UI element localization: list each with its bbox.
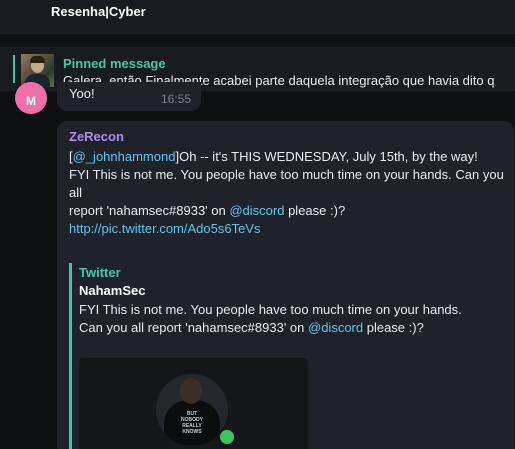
message-bubble[interactable]: Yoo! 16:55: [57, 82, 201, 111]
message-text: Oh -- it's THIS WEDNESDAY, July 15th, by…: [179, 149, 478, 164]
message-time: 16:55: [160, 92, 191, 106]
message-body: [@_johnhammond]Oh -- it's THIS WEDNESDAY…: [69, 149, 504, 236]
preview-description: FYI This is not me. You people have too …: [79, 302, 462, 335]
avatar-initial: M: [26, 94, 36, 108]
preview-site-name: Twitter: [79, 265, 121, 280]
preview-author: NahamSec: [79, 283, 146, 298]
link-preview[interactable]: Twitter NahamSec FYI This is not me. You…: [69, 263, 489, 449]
message-bubble[interactable]: ZeRecon [@_johnhammond]Oh -- it's THIS W…: [57, 121, 514, 449]
online-status-icon: [218, 428, 236, 446]
avatar[interactable]: M: [15, 82, 47, 114]
pinned-accent-line: [13, 55, 15, 83]
preview-accent-line: [69, 263, 72, 449]
message-text: report 'nahamsec#8933' on: [69, 203, 230, 218]
message-text: please :)?: [284, 203, 346, 218]
pinned-title: Pinned message: [63, 56, 166, 71]
mention-link[interactable]: @_johnhammond: [73, 149, 176, 164]
chat-window: Resenha|Cyber Pinned message Galera, ent…: [0, 0, 515, 449]
message-text: Yoo!: [69, 86, 95, 101]
mention-link[interactable]: @discord: [229, 203, 284, 218]
mention-link[interactable]: @discord: [308, 320, 363, 335]
shirt-text: BUT NOBODY REALLY KNOWS: [181, 411, 203, 435]
chat-title[interactable]: Resenha|Cyber: [51, 4, 146, 19]
message-author[interactable]: ZeRecon: [69, 129, 124, 144]
chat-header: Resenha|Cyber: [0, 0, 515, 34]
message-text: FYI This is not me. You people have too …: [69, 167, 504, 200]
url-link[interactable]: http://pic.twitter.com/Ado5s6TeVs: [69, 221, 260, 236]
preview-image[interactable]: BUT NOBODY REALLY KNOWS: [79, 358, 308, 449]
